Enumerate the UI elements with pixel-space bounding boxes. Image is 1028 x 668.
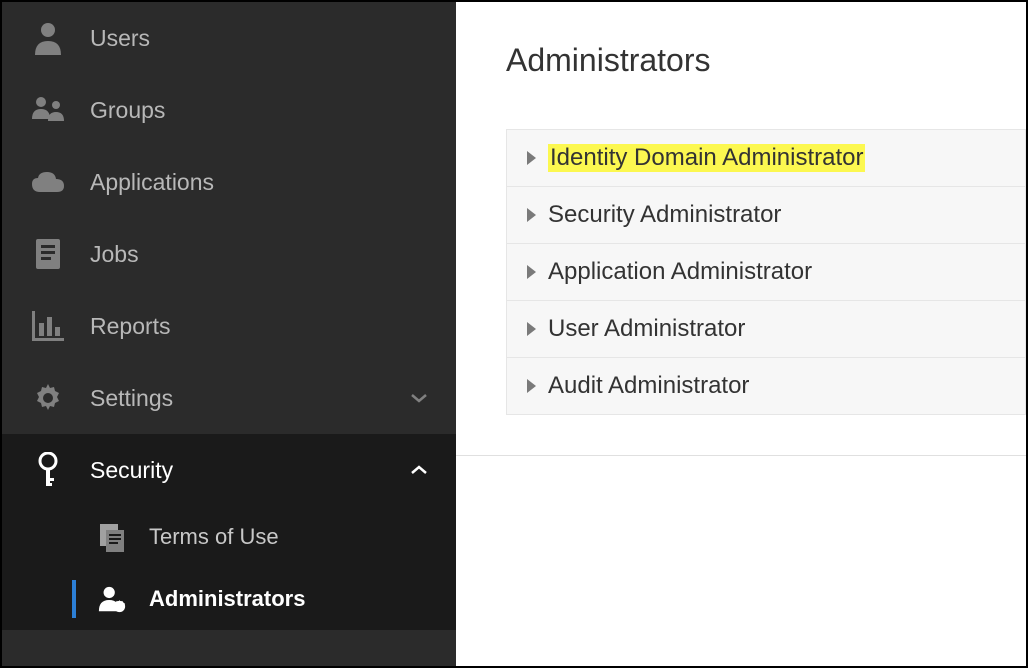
sidebar-item-label: Security: [90, 457, 173, 484]
user-icon: [30, 20, 66, 56]
accordion-row-label: Security Administrator: [548, 201, 781, 229]
chevron-down-icon: [410, 392, 428, 404]
triangle-right-icon: [527, 379, 536, 393]
sidebar-item-security[interactable]: Security: [2, 434, 456, 506]
sidebar-subitem-administrators[interactable]: Administrators: [2, 568, 456, 630]
sidebar-item-users[interactable]: Users: [2, 2, 456, 74]
accordion-row-label: Identity Domain Administrator: [548, 144, 865, 172]
administrators-accordion: Identity Domain Administrator Security A…: [506, 129, 1026, 415]
accordion-row-identity-domain-admin[interactable]: Identity Domain Administrator: [506, 129, 1026, 187]
groups-icon: [30, 92, 66, 128]
accordion-row-user-admin[interactable]: User Administrator: [506, 301, 1026, 358]
triangle-right-icon: [527, 265, 536, 279]
accordion-row-label: Application Administrator: [548, 258, 812, 286]
chevron-up-icon: [410, 464, 428, 476]
main-content: Administrators Identity Domain Administr…: [456, 2, 1026, 666]
sidebar-item-label: Groups: [90, 97, 165, 124]
accordion-row-label: Audit Administrator: [548, 372, 749, 400]
sidebar-item-applications[interactable]: Applications: [2, 146, 456, 218]
sidebar: Users Groups Applications Jobs Reports S…: [2, 2, 456, 666]
barchart-icon: [30, 308, 66, 344]
sidebar-item-groups[interactable]: Groups: [2, 74, 456, 146]
sidebar-item-settings[interactable]: Settings: [2, 362, 456, 434]
sidebar-subitem-label: Administrators: [149, 586, 305, 612]
sidebar-item-jobs[interactable]: Jobs: [2, 218, 456, 290]
sidebar-item-label: Jobs: [90, 241, 139, 268]
accordion-row-application-admin[interactable]: Application Administrator: [506, 244, 1026, 301]
accordion-row-audit-admin[interactable]: Audit Administrator: [506, 358, 1026, 415]
documents-icon: [97, 522, 127, 552]
sidebar-subitem-label: Terms of Use: [149, 524, 279, 550]
sidebar-item-label: Users: [90, 25, 150, 52]
user-cog-icon: [97, 584, 127, 614]
sidebar-subitem-terms-of-use[interactable]: Terms of Use: [2, 506, 456, 568]
gear-icon: [30, 380, 66, 416]
key-icon: [30, 452, 66, 488]
sidebar-item-label: Applications: [90, 169, 214, 196]
accordion-row-label: User Administrator: [548, 315, 745, 343]
clipboard-icon: [30, 236, 66, 272]
sidebar-item-label: Reports: [90, 313, 171, 340]
accordion-row-security-admin[interactable]: Security Administrator: [506, 187, 1026, 244]
triangle-right-icon: [527, 322, 536, 336]
sidebar-item-label: Settings: [90, 385, 173, 412]
page-title: Administrators: [506, 42, 1026, 79]
triangle-right-icon: [527, 151, 536, 165]
triangle-right-icon: [527, 208, 536, 222]
sidebar-item-reports[interactable]: Reports: [2, 290, 456, 362]
cloud-icon: [30, 164, 66, 200]
